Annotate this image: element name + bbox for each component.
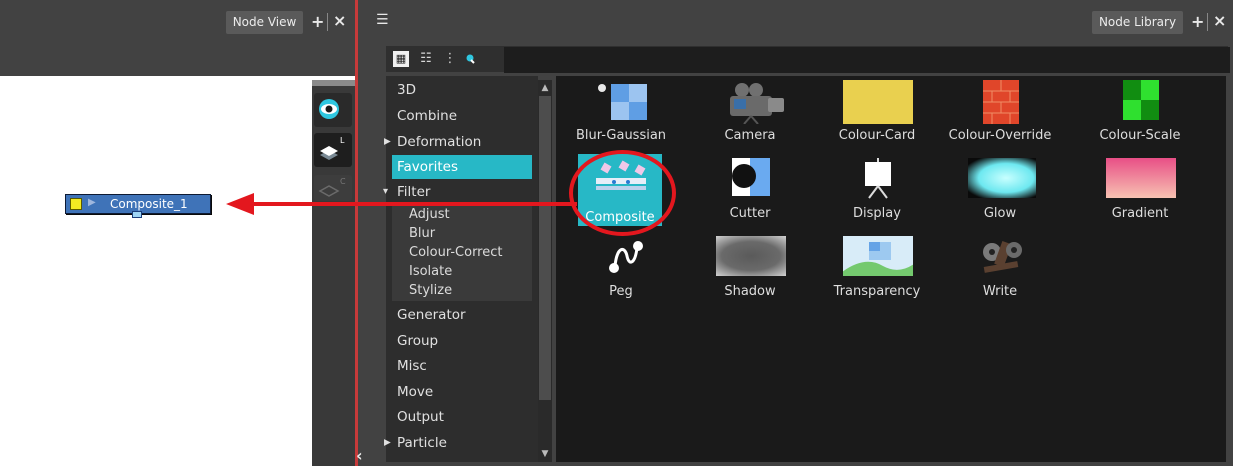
category-misc[interactable]: Misc xyxy=(397,355,427,377)
category-filter[interactable]: Filter xyxy=(397,181,430,203)
tile-colour-scale[interactable]: Colour-Scale xyxy=(1095,78,1185,154)
tile-label: Shadow xyxy=(724,284,776,299)
peg-icon xyxy=(609,241,643,273)
toolbar-grip[interactable] xyxy=(312,80,355,86)
eye-icon xyxy=(319,99,339,119)
tile-label: Gradient xyxy=(1111,206,1169,221)
search-input[interactable] xyxy=(504,47,1230,73)
node-library-tab[interactable]: Node Library xyxy=(1092,11,1183,34)
node-output-port[interactable] xyxy=(132,211,142,218)
expand-arrow-icon[interactable]: ▸ xyxy=(384,130,391,152)
scroll-down-icon[interactable]: ▼ xyxy=(538,448,552,460)
layers-icon: L xyxy=(320,136,345,160)
category-particle[interactable]: Particle xyxy=(397,432,447,454)
tab-divider xyxy=(1207,13,1208,31)
hamburger-icon[interactable]: ☰ xyxy=(376,12,389,28)
node-view-tab[interactable]: Node View xyxy=(226,11,303,34)
category-generator[interactable]: Generator xyxy=(397,304,466,326)
colour-scale-icon xyxy=(1123,80,1159,120)
tile-label: Colour-Card xyxy=(838,128,916,143)
search-icon[interactable] xyxy=(462,51,478,67)
gradient-icon xyxy=(1106,158,1176,198)
tile-label: Blur-Gaussian xyxy=(575,128,667,143)
tile-peg[interactable]: Peg xyxy=(576,234,666,310)
blur-gaussian-icon xyxy=(598,84,647,120)
display-icon xyxy=(865,158,891,199)
tile-display[interactable]: Display xyxy=(832,156,922,232)
category-deformation[interactable]: Deformation xyxy=(397,131,481,153)
layer-button-secondary[interactable]: C xyxy=(314,175,352,201)
layers-outline-icon: C xyxy=(318,177,346,197)
tile-label: Write xyxy=(982,284,1018,299)
category-combine[interactable]: Combine xyxy=(397,105,457,127)
node-library-close-button[interactable]: × xyxy=(1213,11,1226,31)
node-enable-checkbox[interactable] xyxy=(70,198,82,210)
subcategory-colour-correct[interactable]: Colour-Correct xyxy=(409,243,503,262)
tile-camera[interactable]: Camera xyxy=(705,78,795,154)
subcategory-adjust[interactable]: Adjust xyxy=(409,205,450,224)
category-output[interactable]: Output xyxy=(397,406,444,428)
layer-button[interactable]: L xyxy=(314,133,352,167)
shadow-icon xyxy=(716,236,786,276)
node-expand-icon[interactable]: ▶ xyxy=(88,197,96,208)
composite-node[interactable]: ▶ Composite_1 xyxy=(65,194,211,218)
tile-blur-gaussian[interactable]: Blur-Gaussian xyxy=(576,78,666,154)
tile-label: Display xyxy=(853,206,901,221)
collapse-arrow-icon[interactable]: ▾ xyxy=(383,181,388,203)
tile-write[interactable]: Write xyxy=(955,234,1045,310)
tile-gradient[interactable]: Gradient xyxy=(1095,156,1185,232)
tab-divider xyxy=(327,13,328,31)
tile-label: Peg xyxy=(609,284,633,299)
transparency-icon xyxy=(843,236,913,276)
eye-toggle-button[interactable] xyxy=(314,93,352,127)
subcategory-stylize[interactable]: Stylize xyxy=(409,281,452,300)
annotation-highlight-circle xyxy=(569,150,676,236)
tree-view-icon[interactable]: ⋮ xyxy=(442,51,458,67)
node-label: Composite_1 xyxy=(110,197,188,211)
category-favorites[interactable]: Favorites xyxy=(397,156,458,178)
tile-colour-card[interactable]: Colour-Card xyxy=(832,78,922,154)
tile-label: Transparency xyxy=(833,284,921,299)
tile-glow[interactable]: Glow xyxy=(955,156,1045,232)
category-move[interactable]: Move xyxy=(397,381,433,403)
scroll-up-icon[interactable]: ▲ xyxy=(538,82,552,94)
list-view-icon[interactable]: ☷ xyxy=(418,51,434,67)
cutter-icon xyxy=(732,158,770,196)
tile-transparency[interactable]: Transparency xyxy=(832,234,922,310)
svg-text:L: L xyxy=(340,136,345,145)
tile-cutter[interactable]: Cutter xyxy=(705,156,795,232)
tile-colour-override[interactable]: Colour-Override xyxy=(949,78,1051,154)
annotation-arrow-shaft xyxy=(245,202,577,206)
expand-arrow-icon[interactable]: ▸ xyxy=(384,431,391,453)
subcategory-blur[interactable]: Blur xyxy=(409,224,435,243)
node-view-add-button[interactable]: + xyxy=(311,12,324,32)
tile-label: Cutter xyxy=(729,206,771,221)
node-view-close-button[interactable]: × xyxy=(333,11,346,31)
tile-label: Colour-Override xyxy=(948,128,1052,143)
colour-override-icon xyxy=(983,80,1019,124)
tile-label: Glow xyxy=(983,206,1017,221)
category-3d[interactable]: 3D xyxy=(397,79,416,101)
tile-view-icon[interactable]: ▦ xyxy=(393,51,409,67)
tile-label: Colour-Scale xyxy=(1099,128,1181,143)
subcategory-isolate[interactable]: Isolate xyxy=(409,262,452,281)
node-view-canvas[interactable] xyxy=(0,80,312,466)
svg-text:C: C xyxy=(340,177,346,186)
tile-label: Camera xyxy=(724,128,776,143)
panel-gutter xyxy=(358,0,366,466)
tile-shadow[interactable]: Shadow xyxy=(705,234,795,310)
category-group[interactable]: Group xyxy=(397,330,438,352)
write-icon xyxy=(983,241,1022,273)
node-library-add-button[interactable]: + xyxy=(1191,12,1204,32)
annotation-arrow-head xyxy=(226,193,254,215)
colour-card-icon xyxy=(843,80,913,124)
camera-icon xyxy=(730,83,784,124)
scrollbar-thumb[interactable] xyxy=(539,96,551,400)
glow-icon xyxy=(968,158,1036,198)
